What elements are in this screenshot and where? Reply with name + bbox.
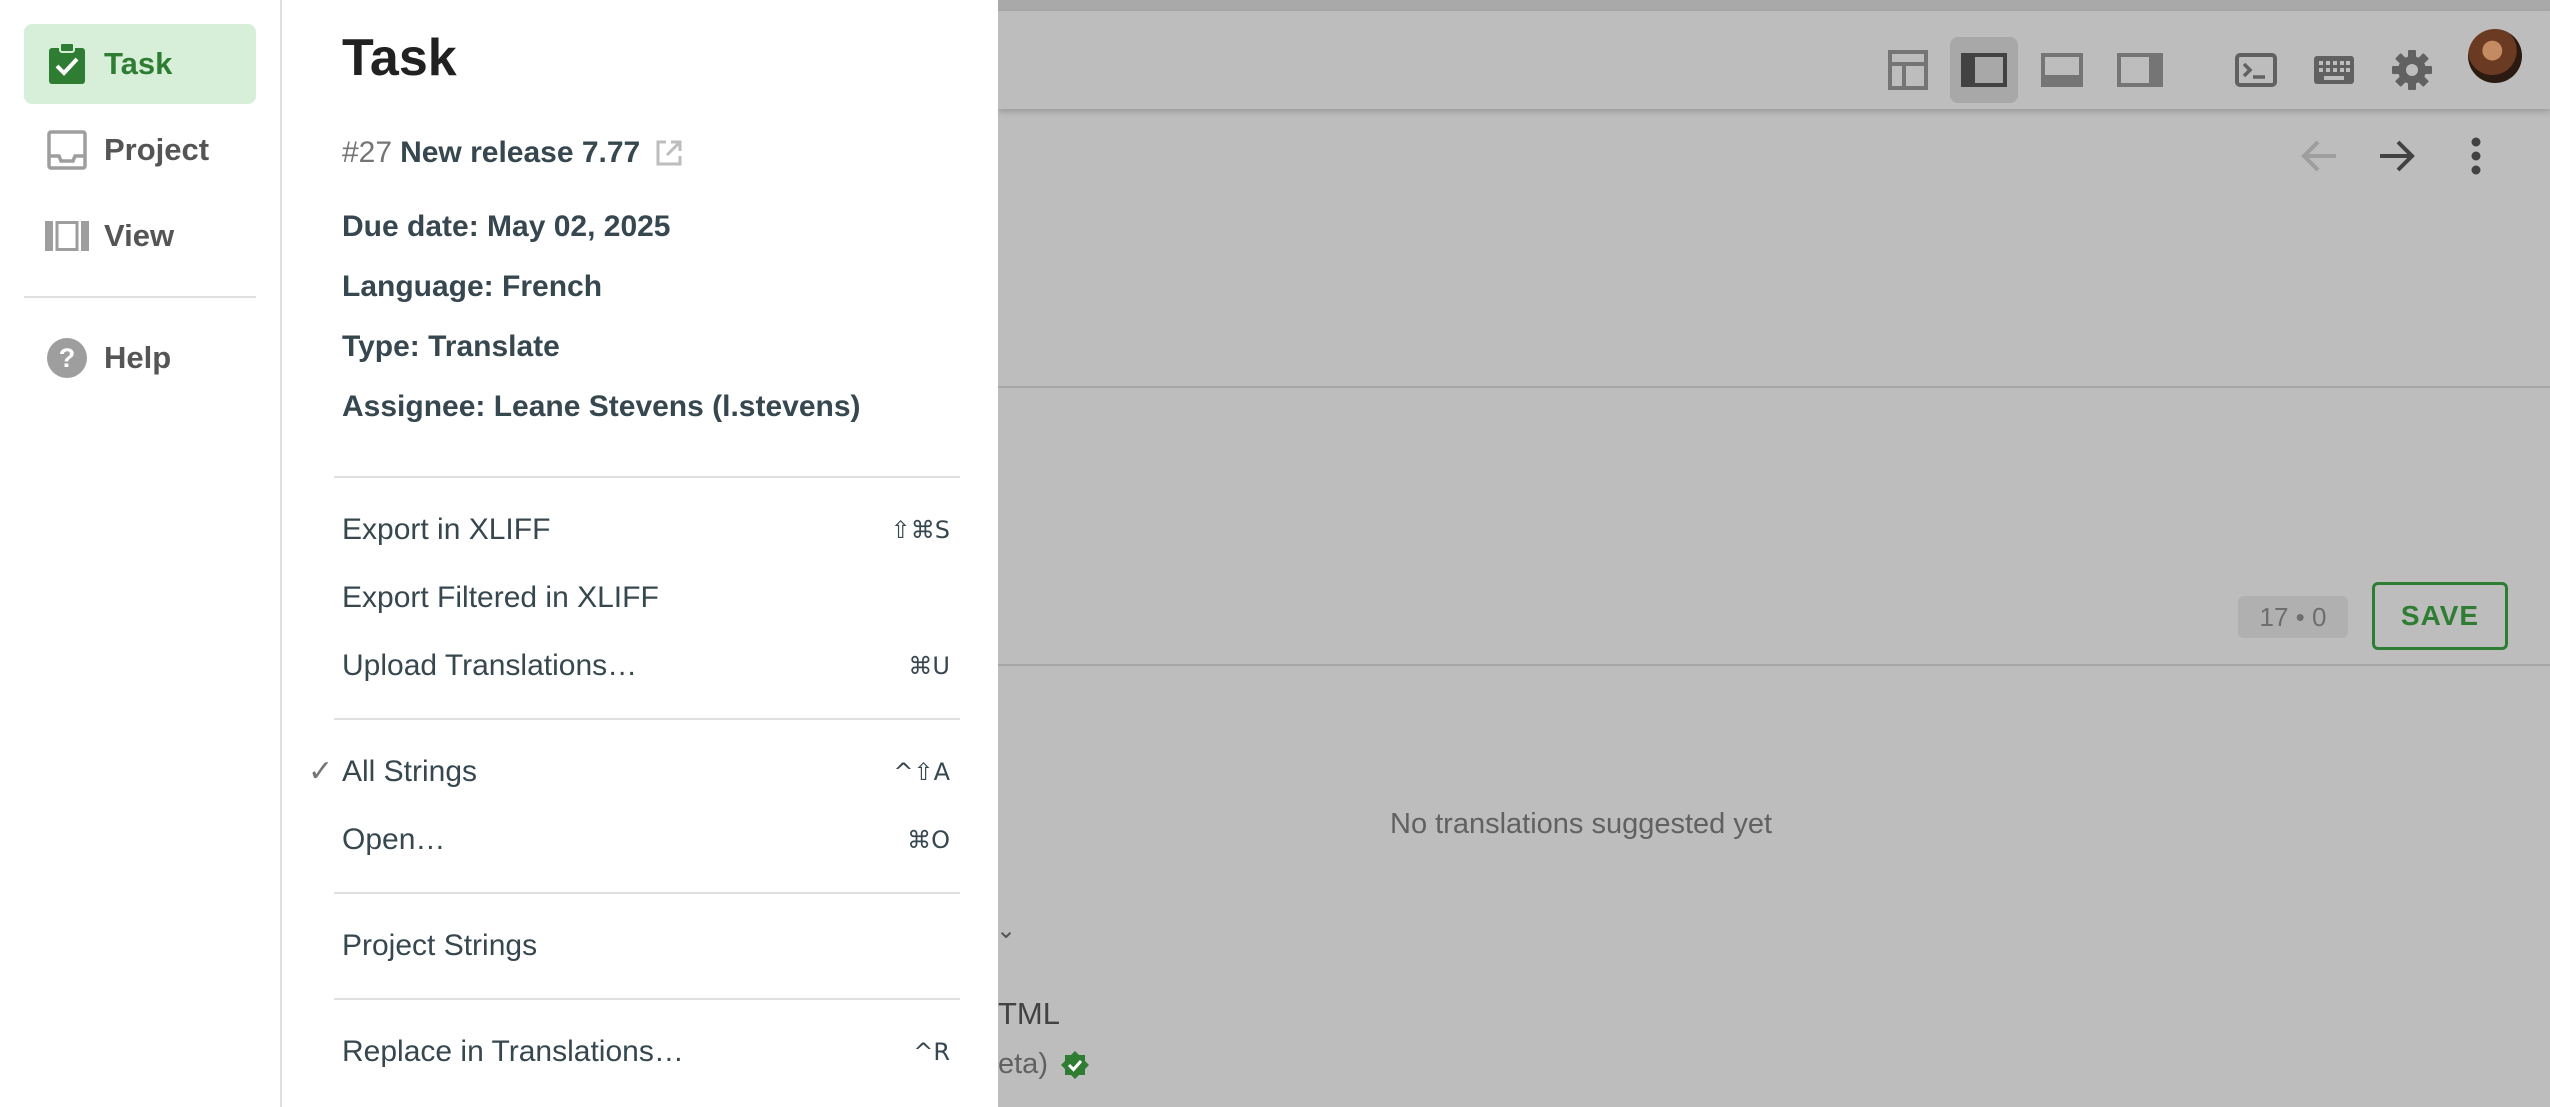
string-count-chip: 17 • 0 — [2238, 596, 2348, 638]
rail-item-label: Help — [104, 340, 172, 375]
layout-sidebar-button[interactable] — [1950, 37, 2018, 103]
layout-bottom-panel-icon — [2041, 53, 2083, 87]
rail-item-view[interactable]: View — [24, 196, 256, 276]
content-divider — [998, 386, 2550, 388]
more-options-button[interactable] — [2450, 130, 2502, 182]
menu-item-all-strings[interactable]: All Strings ^⇧A — [334, 742, 960, 802]
top-strip — [998, 0, 2550, 11]
menu-item-label: All Strings — [342, 755, 478, 788]
more-vertical-icon — [2471, 137, 2481, 175]
keyboard-icon — [2314, 56, 2354, 84]
keyboard-button[interactable] — [2300, 37, 2368, 103]
layout-grid-button[interactable] — [1874, 37, 1942, 103]
menu-item-label: Export in XLIFF — [342, 513, 551, 546]
rail-divider — [24, 296, 256, 298]
menu-item-shortcut: ^R — [913, 1038, 950, 1066]
task-type: Type: Translate — [342, 330, 560, 363]
task-due-date: Due date: May 02, 2025 — [342, 210, 671, 243]
content-divider — [998, 664, 2550, 666]
app-header — [998, 11, 2550, 109]
task-link[interactable]: #27 New release 7.77 — [342, 136, 684, 170]
rail-item-task[interactable]: Task — [24, 24, 256, 104]
menu-item-shortcut: ⌘O — [907, 826, 950, 854]
task-assignee: Assignee: Leane Stevens (l.stevens) — [342, 390, 861, 423]
terminal-button[interactable] — [2222, 37, 2290, 103]
layout-right-panel-icon — [2117, 53, 2163, 87]
save-button[interactable]: SAVE — [2372, 582, 2508, 650]
menu-item-shortcut: ^⇧A — [893, 758, 950, 786]
menu-item-label: Project Strings — [342, 929, 538, 962]
clipboard-check-icon — [44, 41, 90, 87]
external-link-icon[interactable] — [654, 138, 684, 168]
task-id: #27 — [342, 136, 393, 169]
inbox-icon — [44, 127, 90, 173]
menu-item-project-strings[interactable]: Project Strings — [334, 916, 960, 976]
columns-icon — [44, 213, 90, 259]
menu-item-label: Upload Translations… — [342, 649, 638, 682]
menu-item-export-xliff[interactable]: Export in XLIFF ⇧⌘S — [334, 500, 960, 560]
checkmark-icon: ✓ — [308, 754, 334, 789]
user-avatar[interactable] — [2468, 29, 2522, 83]
rail-item-label: Task — [104, 46, 173, 81]
menu-divider — [334, 892, 960, 894]
menu-divider — [334, 476, 960, 478]
task-language: Language: French — [342, 270, 603, 303]
menu-item-label: Replace in Translations… — [342, 1035, 684, 1068]
menu-item-label: Export Filtered in XLIFF — [342, 581, 659, 614]
menu-item-upload-translations[interactable]: Upload Translations… ⌘U — [334, 636, 960, 696]
rail-item-project[interactable]: Project — [24, 110, 256, 190]
menu-item-shortcut: ⌘U — [908, 652, 950, 680]
rail-item-label: View — [104, 218, 175, 253]
layout-bottom-panel-button[interactable] — [2028, 37, 2096, 103]
text-fragment: ⌄ — [996, 917, 1017, 944]
help-circle-icon: ? — [44, 335, 90, 381]
layout-right-panel-button[interactable] — [2106, 37, 2174, 103]
left-rail: Task Project View ? Help — [0, 0, 282, 1107]
menu-item-replace-in-translations[interactable]: Replace in Translations… ^R — [334, 1022, 960, 1082]
text-fragment: TML — [998, 996, 1060, 1031]
source-fragment: eta) — [998, 1048, 1090, 1081]
next-button[interactable] — [2370, 130, 2422, 182]
task-name: New release 7.77 — [400, 136, 641, 169]
menu-item-export-filtered-xliff[interactable]: Export Filtered in XLIFF — [334, 568, 960, 628]
menu-item-shortcut: ⇧⌘S — [890, 516, 950, 544]
rail-item-help[interactable]: ? Help — [24, 318, 256, 398]
arrow-right-icon — [2380, 140, 2415, 172]
arrow-left-icon — [2301, 140, 2336, 172]
settings-button[interactable] — [2378, 37, 2446, 103]
gear-icon — [2392, 50, 2432, 90]
previous-button[interactable] — [2294, 130, 2346, 182]
menu-divider — [334, 998, 960, 1000]
layout-grid-icon — [1888, 50, 1928, 90]
terminal-icon — [2235, 53, 2277, 87]
menu-item-label: Open… — [342, 823, 446, 856]
menu-divider — [334, 718, 960, 720]
verified-check-icon — [1060, 1050, 1089, 1079]
menu-item-open[interactable]: Open… ⌘O — [334, 810, 960, 870]
layout-sidebar-icon — [1961, 53, 2007, 87]
text-fragment: eta) — [998, 1048, 1048, 1080]
menu-title: Task — [342, 29, 457, 87]
svg-text:?: ? — [59, 343, 76, 373]
rail-item-label: Project — [104, 132, 210, 167]
empty-suggestions-message: No translations suggested yet — [1390, 808, 1773, 840]
